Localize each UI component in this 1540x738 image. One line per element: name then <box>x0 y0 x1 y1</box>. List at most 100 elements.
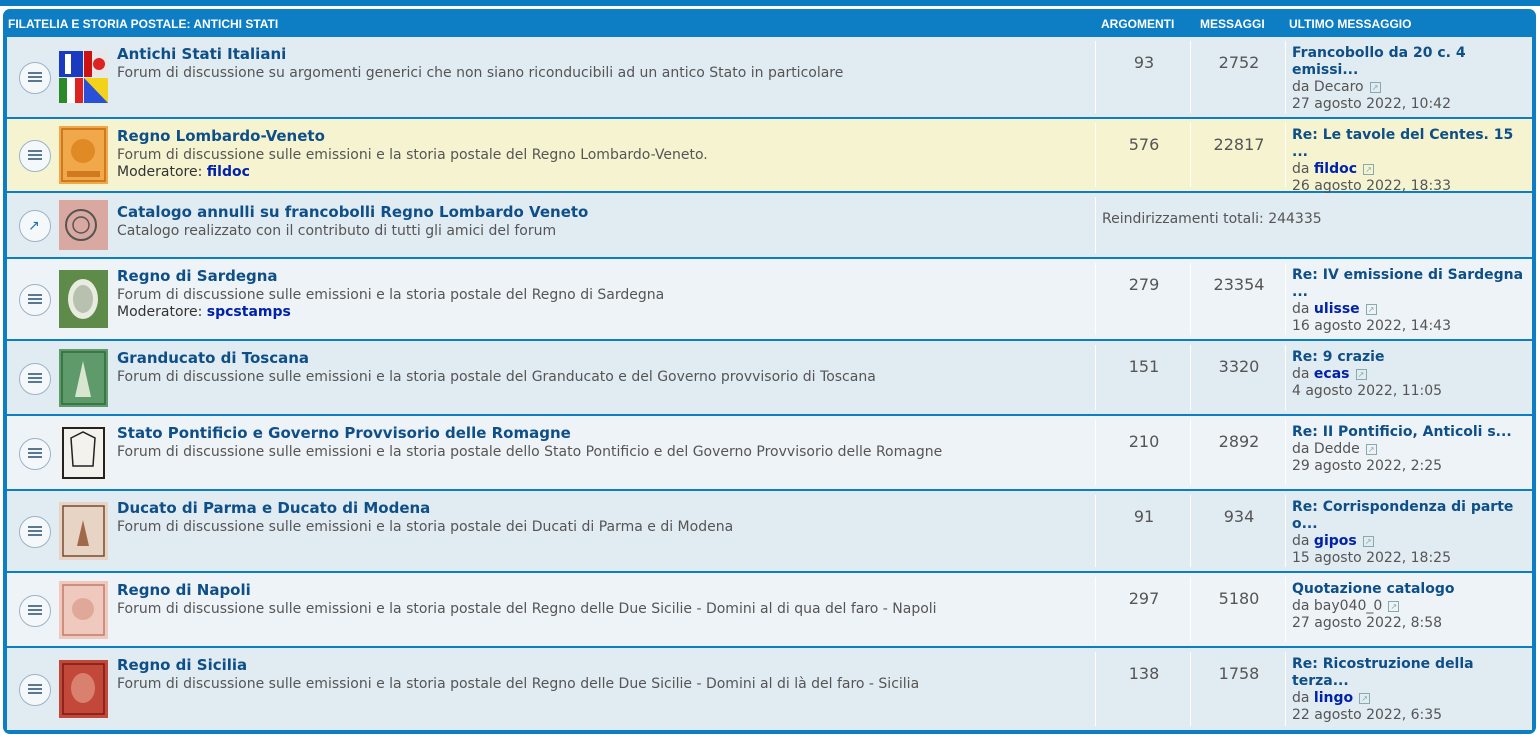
moderator-label: Moderatore: <box>117 164 203 180</box>
forum-read-icon <box>19 516 51 548</box>
forum-title-link[interactable]: Ducato di Parma e Ducato di Modena <box>117 499 430 517</box>
forum-image-stamp-parma <box>59 502 108 560</box>
last-post-user[interactable]: Dedde <box>1314 441 1360 457</box>
last-post-date: 15 agosto 2022, 18:25 <box>1292 550 1451 566</box>
goto-post-icon[interactable]: ↗ <box>1362 535 1374 547</box>
column-divider <box>1095 345 1096 410</box>
last-post: Re: 9 crazie da ecas ↗ 4 agosto 2022, 11:… <box>1292 349 1532 400</box>
goto-post-icon[interactable]: ↗ <box>1369 81 1381 93</box>
last-post-user[interactable]: gipos <box>1314 533 1357 549</box>
forum-description: Forum di discussione sulle emissioni e l… <box>117 369 876 385</box>
col-header-topics: ARGOMENTI <box>1101 17 1175 31</box>
column-divider <box>1190 577 1191 642</box>
column-divider <box>1285 263 1286 335</box>
topics-count: 210 <box>1128 432 1160 451</box>
column-divider <box>1285 577 1286 642</box>
forum-image-stamp-toscana <box>59 348 108 407</box>
forum-read-icon <box>19 62 51 94</box>
last-post-by-label: da <box>1292 533 1310 549</box>
last-post-user[interactable]: ecas <box>1314 366 1350 382</box>
forum-title-link[interactable]: Regno di Napoli <box>117 581 251 599</box>
last-post-user[interactable]: Decaro <box>1314 79 1364 95</box>
goto-post-icon[interactable]: ↗ <box>1365 443 1377 455</box>
forum-description: Forum di discussione sulle emissioni e l… <box>117 147 708 163</box>
col-header-last-post: ULTIMO MESSAGGIO <box>1289 17 1412 31</box>
topics-count: 297 <box>1128 589 1160 608</box>
column-divider <box>1190 420 1191 485</box>
redirect-count: Reindirizzamenti totali: 244335 <box>1102 211 1322 227</box>
last-post-title-link[interactable]: Re: Ricostruzione della terza... <box>1292 656 1532 690</box>
forum-title-link[interactable]: Antichi Stati Italiani <box>117 45 286 63</box>
topics-count: 91 <box>1133 507 1155 526</box>
last-post-title-link[interactable]: Re: II Pontificio, Anticoli s... <box>1292 424 1532 441</box>
forum-image-stamp-annullo <box>59 200 108 250</box>
column-divider <box>1190 652 1191 726</box>
last-post: Re: IV emissione di Sardegna ... da ulis… <box>1292 267 1532 335</box>
column-divider <box>1095 263 1096 335</box>
forum-read-icon <box>19 594 51 627</box>
goto-post-icon[interactable]: ↗ <box>1365 303 1377 315</box>
topics-count: 151 <box>1128 357 1160 376</box>
forum-read-icon <box>19 140 51 172</box>
forum-image-flags <box>59 51 108 103</box>
posts-count: 2752 <box>1218 53 1260 72</box>
goto-post-icon[interactable]: ↗ <box>1388 600 1400 612</box>
forum-title-link[interactable]: Granducato di Toscana <box>117 349 309 367</box>
forum-row: Regno di Sardegna Forum di discussione s… <box>7 259 1532 339</box>
last-post-title-link[interactable]: Francobollo da 20 c. 4 emissi... <box>1292 45 1532 79</box>
last-post-user[interactable]: bay040_0 <box>1314 598 1382 614</box>
forum-row: Regno di Napoli Forum di discussione sul… <box>7 573 1532 646</box>
last-post-title-link[interactable]: Quotazione catalogo <box>1292 581 1532 598</box>
goto-post-icon[interactable]: ↗ <box>1355 368 1367 380</box>
posts-count: 3320 <box>1218 357 1260 376</box>
forum-title-link[interactable]: Stato Pontificio e Governo Provvisorio d… <box>117 424 571 442</box>
last-post-by-label: da <box>1292 598 1310 614</box>
last-post-date: 4 agosto 2022, 11:05 <box>1292 383 1443 399</box>
last-post: Francobollo da 20 c. 4 emissi... da Deca… <box>1292 45 1532 113</box>
last-post-by-label: da <box>1292 690 1310 706</box>
forum-image-stamp-sicilia <box>59 660 108 718</box>
forum-description: Forum di discussione sulle emissioni e l… <box>117 601 937 617</box>
forum-row: Ducato di Parma e Ducato di Modena Forum… <box>7 491 1532 571</box>
last-post-user[interactable]: lingo <box>1314 690 1353 706</box>
last-post-title-link[interactable]: Re: 9 crazie <box>1292 349 1532 366</box>
last-post-by-label: da <box>1292 366 1310 382</box>
posts-count: 22817 <box>1213 135 1265 154</box>
forum-image-stamp-napoli <box>59 580 108 639</box>
forum-title-link[interactable]: Catalogo annulli su francobolli Regno Lo… <box>117 203 588 221</box>
last-post-user[interactable]: ulisse <box>1314 301 1360 317</box>
moderator-user[interactable]: spcstamps <box>207 304 291 320</box>
forum-read-icon <box>19 437 51 470</box>
column-divider <box>1285 123 1286 187</box>
goto-post-icon[interactable]: ↗ <box>1359 692 1371 704</box>
column-divider <box>1285 420 1286 485</box>
category-title[interactable]: FILATELIA E STORIA POSTALE: ANTICHI STAT… <box>8 17 278 31</box>
last-post-title-link[interactable]: Re: Le tavole del Centes. 15 ... <box>1292 127 1532 161</box>
forum-title-link[interactable]: Regno di Sardegna <box>117 267 278 285</box>
forum-title-link[interactable]: Regno di Sicilia <box>117 656 247 674</box>
last-post-date: 27 agosto 2022, 8:58 <box>1292 615 1443 631</box>
forum-description: Forum di discussione su argomenti generi… <box>117 65 844 81</box>
posts-count: 5180 <box>1218 589 1260 608</box>
last-post-user[interactable]: fildoc <box>1314 161 1357 177</box>
category-header: FILATELIA E STORIA POSTALE: ANTICHI STAT… <box>3 9 1536 37</box>
forum-row-redirect: ↗ Catalogo annulli su francobolli Regno … <box>7 193 1532 257</box>
forum-image-stamp-pontificio <box>59 423 108 482</box>
forum-title-link[interactable]: Regno Lombardo-Veneto <box>117 127 325 145</box>
posts-count: 23354 <box>1213 275 1265 294</box>
column-divider <box>1095 420 1096 485</box>
posts-count: 934 <box>1223 507 1255 526</box>
forum-description: Forum di discussione sulle emissioni e l… <box>117 676 920 692</box>
last-post-title-link[interactable]: Re: Corrispondenza di parte o... <box>1292 499 1532 533</box>
column-divider <box>1095 652 1096 726</box>
column-divider <box>1285 345 1286 410</box>
moderator-line: Moderatore: spcstamps <box>117 304 291 320</box>
moderator-user[interactable]: fildoc <box>207 164 250 180</box>
goto-post-icon[interactable]: ↗ <box>1363 163 1375 175</box>
posts-count: 2892 <box>1218 432 1260 451</box>
forum-category-box: FILATELIA E STORIA POSTALE: ANTICHI STAT… <box>3 9 1536 734</box>
last-post-date: 27 agosto 2022, 10:42 <box>1292 96 1451 112</box>
last-post-title-link[interactable]: Re: IV emissione di Sardegna ... <box>1292 267 1532 301</box>
top-strip <box>0 0 1540 6</box>
forum-read-icon <box>19 362 51 395</box>
